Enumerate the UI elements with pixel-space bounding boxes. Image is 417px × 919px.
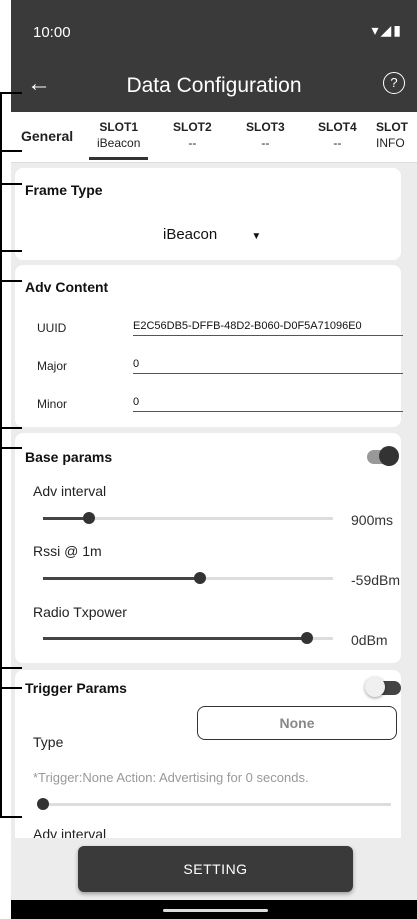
tab-slot1-sub: iBeacon [97, 136, 141, 150]
rssi-label: Rssi @ 1m [33, 543, 102, 559]
trigger-type-label: Type [33, 734, 64, 750]
annotation-tick [0, 667, 22, 669]
tab-slot4-label: SLOT4 [318, 120, 357, 134]
major-field[interactable]: 0 [133, 358, 403, 374]
tab-slot3[interactable]: SLOT3 -- [246, 120, 285, 150]
radio-txpower-slider[interactable] [43, 632, 333, 644]
tab-slot-info-sub: INFO [376, 136, 405, 150]
dropdown-arrow-icon: ▼ [251, 231, 262, 242]
status-bar: 10:00 ▾◢▮ [11, 0, 417, 62]
app-bar: ← Data Configuration ? [11, 62, 417, 112]
base-params-title: Base params [25, 449, 113, 465]
help-icon[interactable]: ? [383, 72, 405, 94]
major-label: Major [37, 359, 68, 373]
annotation-tick [0, 150, 22, 152]
trigger-params-card: Trigger Params Type None *Trigger:None A… [15, 670, 401, 850]
setting-button[interactable]: SETTING [78, 846, 353, 892]
slider-fill [43, 637, 307, 640]
base-params-toggle[interactable] [367, 446, 399, 466]
trigger-params-toggle[interactable] [365, 677, 401, 697]
page-title: Data Configuration [126, 74, 302, 97]
tab-general-label: General [21, 128, 74, 144]
trigger-type-select[interactable]: None [197, 706, 397, 740]
frame-type-value: iBeacon [163, 226, 218, 243]
annotation-bracket-line [0, 92, 2, 818]
tab-slot3-sub: -- [261, 136, 270, 150]
adv-content-title: Adv Content [25, 279, 109, 295]
uuid-field[interactable]: E2C56DB5-DFFB-48D2-B060-D0F5A71096E0 [133, 320, 403, 336]
annotation-tick [0, 250, 22, 252]
trigger-params-title: Trigger Params [25, 680, 127, 696]
minor-field[interactable]: 0 [133, 396, 403, 412]
frame-type-title: Frame Type [25, 182, 103, 198]
minor-label: Minor [37, 397, 68, 411]
frame-type-dropdown[interactable]: iBeacon ▼ [163, 226, 261, 243]
annotation-tick [0, 92, 22, 94]
tab-slot1-label: SLOT1 [99, 120, 139, 134]
tab-slot4-sub: -- [333, 136, 342, 150]
adv-content-card: Adv Content UUID E2C56DB5-DFFB-48D2-B060… [15, 265, 403, 427]
phone-screen: 10:00 ▾◢▮ ← Data Configuration ? General… [11, 0, 417, 919]
active-tab-indicator [89, 157, 149, 160]
tab-slot2-label: SLOT2 [173, 120, 212, 134]
adv-interval-label: Adv interval [33, 483, 107, 499]
base-params-card: Base params Adv interval 900ms Rssi @ 1m… [15, 433, 401, 663]
home-indicator[interactable] [163, 909, 268, 912]
annotation-tick [0, 427, 22, 429]
radio-txpower-value: 0dBm [351, 632, 388, 648]
slider-thumb[interactable] [193, 572, 206, 584]
annotation-tick [0, 447, 22, 449]
rssi-value: -59dBm [351, 572, 401, 588]
tab-slot4[interactable]: SLOT4 -- [318, 120, 357, 150]
adv-interval-value: 900ms [351, 512, 394, 528]
status-icons: ▾◢▮ [371, 22, 403, 38]
radio-txpower-label: Radio Txpower [33, 604, 127, 620]
tab-slot-info-label: SLOT [376, 120, 408, 134]
slider-thumb[interactable] [37, 798, 49, 810]
tab-general[interactable]: General [21, 128, 73, 144]
annotation-tick [0, 687, 22, 689]
tab-slot3-label: SLOT3 [246, 120, 285, 134]
slot-tabs: General SLOT1 iBeacon SLOT2 -- SLOT3 -- … [11, 112, 417, 163]
toggle-knob [379, 446, 399, 466]
uuid-label: UUID [37, 321, 67, 335]
tab-slot-info[interactable]: SLOT INFO [376, 120, 408, 150]
tab-slot2-sub: -- [188, 136, 197, 150]
status-time: 10:00 [33, 24, 71, 41]
trigger-slider[interactable] [37, 798, 391, 810]
slider-thumb[interactable] [83, 512, 96, 524]
adv-interval-slider[interactable] [43, 512, 333, 524]
tab-slot1[interactable]: SLOT1 iBeacon [89, 120, 149, 160]
nav-bar [11, 900, 417, 919]
annotation-tick [0, 280, 22, 282]
frame-type-card: Frame Type iBeacon ▼ [15, 168, 401, 260]
rssi-slider[interactable] [43, 572, 333, 584]
trigger-hint: *Trigger:None Action: Advertising for 0 … [33, 770, 309, 785]
toggle-knob [365, 677, 385, 697]
annotation-tick [0, 816, 22, 818]
annotation-tick [0, 183, 22, 185]
slider-thumb[interactable] [300, 632, 313, 644]
tab-slot2[interactable]: SLOT2 -- [173, 120, 212, 150]
slider-fill [43, 577, 200, 580]
